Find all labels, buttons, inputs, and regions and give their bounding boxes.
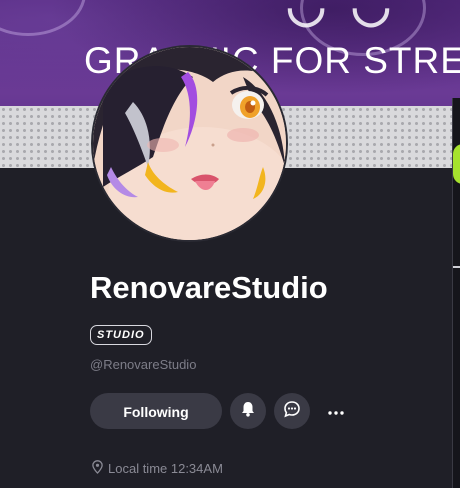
studio-badge: STUDIO <box>90 325 152 345</box>
notifications-button[interactable] <box>230 393 266 429</box>
panel-divider <box>453 266 460 268</box>
bell-icon <box>241 401 255 422</box>
local-time-row: Local time 12:34AM <box>92 460 223 477</box>
avatar-illustration <box>93 47 286 240</box>
message-button[interactable] <box>274 393 310 429</box>
local-time-text: Local time 12:34AM <box>108 461 223 476</box>
display-name: RenovareStudio <box>90 270 328 305</box>
following-button[interactable]: Following <box>90 393 222 429</box>
live-indicator <box>453 144 460 184</box>
avatar[interactable] <box>91 45 288 242</box>
more-options-button[interactable] <box>320 393 352 429</box>
side-panel-edge <box>452 98 460 488</box>
more-dots-icon <box>328 402 344 420</box>
chat-bubble-icon <box>283 400 301 423</box>
location-pin-icon <box>92 460 103 477</box>
user-handle: @RenovareStudio <box>90 357 197 372</box>
banner-top-glyphs: ◡ ◡ <box>286 0 398 31</box>
